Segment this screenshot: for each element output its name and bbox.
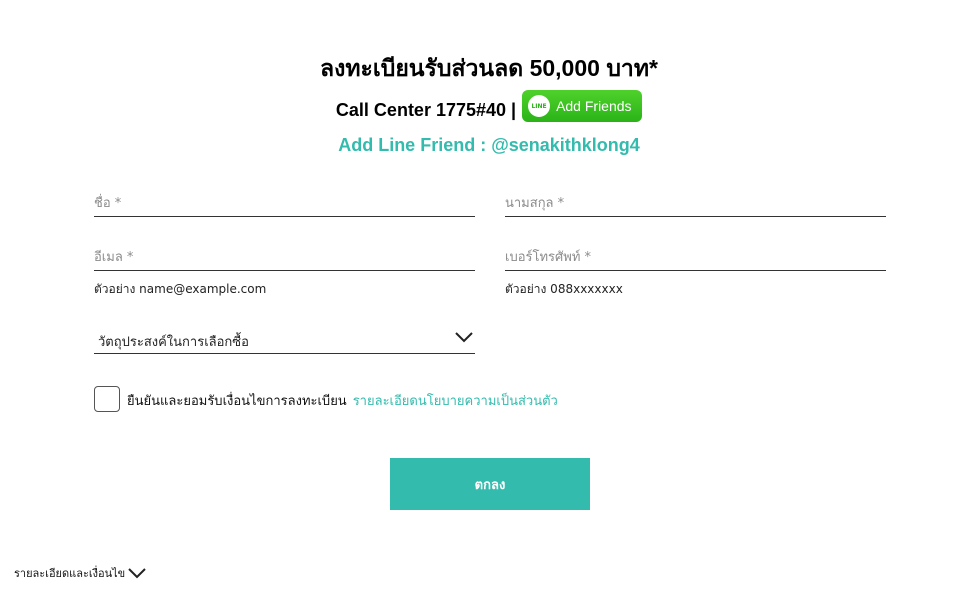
line-add-friends-label: Add Friends [556,98,632,114]
chevron-down-icon [128,568,146,579]
last-name-input[interactable] [505,191,886,215]
contact-row: Call Center 1775#40 | LINE Add Friends [0,90,978,122]
consent-row: ยืนยันและยอมรับเงื่อนไขการลงทะเบียน รายละ… [127,390,558,411]
terms-label: รายละเอียดและเงื่อนไข [14,567,126,580]
page-title: ลงทะเบียนรับส่วนลด 50,000 บาท* [320,55,658,81]
consent-label: ยืนยันและยอมรับเงื่อนไขการลงทะเบียน [127,394,347,409]
line-add-friends-button[interactable]: LINE Add Friends [522,90,643,122]
last-name-field [505,191,886,217]
line-friend-id: Add Line Friend : @senakithklong4 [338,135,640,155]
terms-toggle[interactable]: รายละเอียดและเงื่อนไข [14,564,146,582]
phone-input[interactable] [505,245,886,269]
email-input[interactable] [94,245,475,269]
email-hint: ตัวอย่าง name@example.com [94,282,267,296]
phone-field [505,245,886,271]
consent-checkbox[interactable] [94,386,120,412]
chevron-down-icon [455,332,473,343]
phone-hint: ตัวอย่าง 088xxxxxxx [505,282,623,296]
privacy-policy-link[interactable]: รายละเอียดนโยบายความเป็นส่วนตัว [353,394,558,409]
purpose-select[interactable]: วัตถุประสงค์ในการเลือกซื้อ [94,328,475,354]
first-name-input[interactable] [94,191,475,215]
purpose-select-value: วัตถุประสงค์ในการเลือกซื้อ [98,335,249,350]
first-name-field [94,191,475,217]
submit-button[interactable]: ตกลง [390,458,590,510]
line-logo-icon: LINE [528,95,551,117]
call-center-text: Call Center 1775#40 | [335,99,517,120]
email-field [94,245,475,271]
